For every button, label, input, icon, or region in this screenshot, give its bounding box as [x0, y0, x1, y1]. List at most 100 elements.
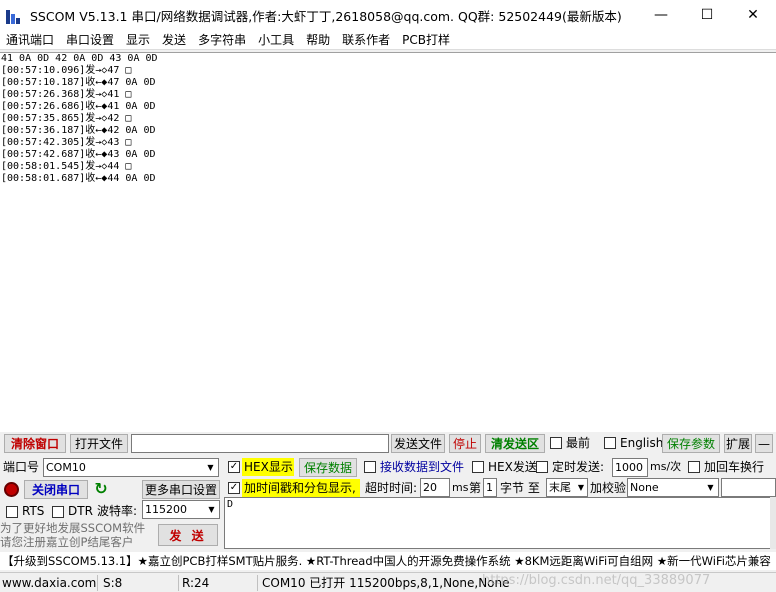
baud-select[interactable]: 115200 ▼ — [142, 500, 220, 519]
extra-input[interactable] — [721, 478, 776, 497]
rts-label: RTS — [22, 504, 45, 518]
clear-window-button[interactable]: 清除窗口 — [4, 434, 66, 453]
sscom-window: SSCOM V5.13.1 串口/网络数据调试器,作者:大虾丁丁,2618058… — [0, 0, 776, 592]
nth-label: 第 — [469, 481, 482, 495]
menu-pcb[interactable]: PCB打样 — [396, 31, 456, 48]
receive-line: 41 0A 0D 42 0A 0D 43 0A 0D — [1, 53, 158, 64]
english-label: English — [620, 436, 664, 450]
menu-bar: 通讯端口 串口设置 显示 发送 多字符串 小工具 帮助 联系作者 PCB打样 — [0, 30, 776, 50]
timed-send-label: 定时发送: — [552, 460, 605, 474]
title-bar: SSCOM V5.13.1 串口/网络数据调试器,作者:大虾丁丁,2618058… — [0, 0, 776, 30]
hex-send-checkbox[interactable] — [472, 461, 484, 473]
open-file-button[interactable]: 打开文件 — [70, 434, 128, 453]
menu-multi-string[interactable]: 多字符串 — [192, 31, 252, 48]
chevron-down-icon: ▼ — [203, 459, 218, 476]
receive-line: [00:57:10.096]发→◇47 □ — [1, 65, 132, 76]
timeout-label: 超时时间: — [365, 481, 418, 495]
port-select[interactable]: COM10 ▼ — [43, 458, 219, 477]
menu-serial-settings[interactable]: 串口设置 — [60, 31, 120, 48]
ad-banner[interactable]: 【升级到SSCOM5.13.1】★嘉立创PCB打样SMT贴片服务. ★RT-Th… — [0, 552, 776, 570]
byte-to-label: 字节 至 — [500, 481, 540, 495]
hex-send-label: HEX发送 — [488, 460, 537, 474]
add-crlf-checkbox[interactable] — [688, 461, 700, 473]
close-icon[interactable]: ✕ — [730, 0, 776, 30]
menu-send[interactable]: 发送 — [156, 31, 192, 48]
save-data-button[interactable]: 保存数据 — [299, 458, 357, 477]
baud-value: 115200 — [145, 503, 187, 516]
checksum-value: None — [630, 481, 659, 494]
port-status: COM10 已打开 115200bps,8,1,None,None — [262, 576, 510, 590]
app-logo-icon — [6, 6, 24, 24]
clear-send-button[interactable]: 清发送区 — [485, 434, 545, 453]
checksum-label: 加校验 — [590, 481, 627, 495]
chevron-down-icon: ▼ — [703, 479, 718, 496]
chevron-down-icon: ▼ — [575, 479, 587, 496]
timestamp-label: 加时间戳和分包显示, — [242, 479, 360, 497]
send-scrollbar[interactable] — [770, 497, 776, 549]
send-button[interactable]: 发 送 — [158, 524, 218, 546]
checksum-select[interactable]: None ▼ — [627, 478, 719, 497]
port-label: 端口号 — [3, 460, 40, 474]
receive-line: [00:57:26.686]收←◆41 0A 0D — [1, 101, 156, 112]
received-count: R:24 — [182, 576, 210, 590]
window-title: SSCOM V5.13.1 串口/网络数据调试器,作者:大虾丁丁,2618058… — [30, 8, 622, 24]
timeout-unit-label: ms — [452, 481, 469, 494]
receive-line: [00:57:36.187]收←◆42 0A 0D — [1, 125, 156, 136]
timed-send-checkbox[interactable] — [536, 461, 548, 473]
register-promo[interactable]: 为了更好地发展SSCOM软件 请您注册嘉立创P结尾客户 — [0, 521, 145, 549]
status-divider — [178, 575, 179, 591]
watermark: https://blog.csdn.net/qq_33889077 — [482, 573, 711, 588]
add-crlf-label: 加回车换行 — [704, 460, 765, 474]
rts-checkbox[interactable] — [6, 506, 18, 518]
dtr-checkbox[interactable] — [52, 506, 64, 518]
interval-unit-label: ms/次 — [650, 460, 682, 473]
stop-button[interactable]: 停止 — [449, 434, 481, 453]
more-settings-button[interactable]: 更多串口设置 — [142, 480, 220, 499]
status-bar: www.daxia.com S:8 R:24 COM10 已打开 115200b… — [0, 572, 776, 592]
recv-to-file-label: 接收数据到文件 — [380, 460, 465, 474]
close-port-button[interactable]: 关闭串口 — [24, 480, 88, 499]
status-divider — [257, 575, 258, 591]
status-divider — [97, 575, 98, 591]
receive-area[interactable]: 41 0A 0D 42 0A 0D 43 0A 0D [00:57:10.096… — [0, 52, 776, 432]
receive-line: [00:58:01.687]收←◆44 0A 0D — [1, 173, 156, 184]
receive-line: [00:57:42.687]收←◆43 0A 0D — [1, 149, 156, 160]
menu-help[interactable]: 帮助 — [300, 31, 336, 48]
port-value: COM10 — [46, 461, 86, 474]
close-port-icon[interactable] — [4, 482, 19, 497]
hex-display-checkbox[interactable]: ✓ — [228, 461, 240, 473]
receive-line: [00:57:10.187]收←◆47 0A 0D — [1, 77, 156, 88]
hex-display-label: HEX显示 — [242, 458, 294, 476]
topmost-label: 最前 — [566, 436, 591, 450]
menu-comm-port[interactable]: 通讯端口 — [0, 31, 60, 48]
website-link[interactable]: www.daxia.com — [2, 575, 96, 591]
send-input[interactable]: D — [224, 497, 776, 549]
baud-label: 波特率: — [97, 504, 138, 518]
timeout-input[interactable]: 20 — [420, 478, 450, 497]
receive-line: [00:57:35.865]发→◇42 □ — [1, 113, 132, 124]
receive-line: [00:57:42.305]发→◇43 □ — [1, 137, 132, 148]
collapse-button[interactable]: — — [755, 434, 773, 453]
send-file-button[interactable]: 发送文件 — [391, 434, 445, 453]
expand-button[interactable]: 扩展 — [724, 434, 752, 453]
recv-to-file-checkbox[interactable] — [364, 461, 376, 473]
topmost-checkbox[interactable] — [550, 437, 562, 449]
dtr-label: DTR — [68, 504, 93, 518]
english-checkbox[interactable] — [604, 437, 616, 449]
receive-line: [00:57:26.368]发→◇41 □ — [1, 89, 132, 100]
nth-input[interactable]: 1 — [483, 478, 497, 497]
menu-tools[interactable]: 小工具 — [252, 31, 300, 48]
chevron-down-icon: ▼ — [204, 501, 219, 518]
menu-display[interactable]: 显示 — [120, 31, 156, 48]
timestamp-checkbox[interactable]: ✓ — [228, 482, 240, 494]
refresh-icon[interactable]: ↻ — [92, 480, 110, 498]
end-select[interactable]: 末尾 ▼ — [546, 478, 588, 497]
file-path-input[interactable] — [131, 434, 389, 453]
save-params-button[interactable]: 保存参数 — [662, 434, 720, 453]
end-value: 末尾 — [549, 481, 571, 494]
receive-line: [00:58:01.545]发→◇44 □ — [1, 161, 132, 172]
maximize-icon[interactable]: ☐ — [684, 0, 730, 30]
menu-contact-author[interactable]: 联系作者 — [336, 31, 396, 48]
interval-input[interactable]: 1000 — [612, 458, 648, 477]
minimize-icon[interactable]: — — [638, 0, 684, 30]
